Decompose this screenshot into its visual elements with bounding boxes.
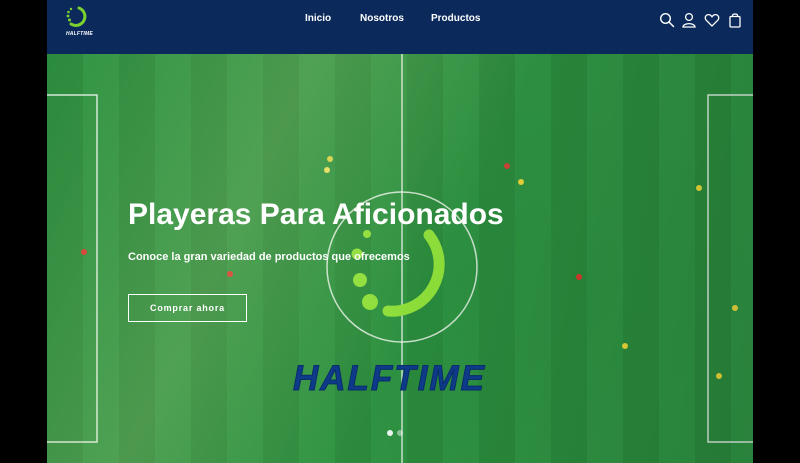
shop-now-button[interactable]: Comprar ahora xyxy=(128,294,247,322)
hero-banner: Playeras Para Aficionados Conoce la gran… xyxy=(47,54,753,463)
site-header: HALFTIME Inicio Nosotros Productos xyxy=(47,0,753,54)
slider-dot-1[interactable] xyxy=(387,430,393,436)
user-icon[interactable] xyxy=(681,12,697,28)
heart-icon[interactable] xyxy=(704,12,720,28)
logo-text: HALFTIME xyxy=(66,31,93,37)
main-nav: Inicio Nosotros Productos xyxy=(47,13,753,27)
header-icons xyxy=(659,12,743,28)
hero-subtitle: Conoce la gran variedad de productos que… xyxy=(128,251,410,263)
page-frame: HALFTIME Inicio Nosotros Productos Playe… xyxy=(47,0,753,463)
nav-item-inicio[interactable]: Inicio xyxy=(305,13,331,24)
bag-icon[interactable] xyxy=(727,12,743,28)
nav-item-nosotros[interactable]: Nosotros xyxy=(360,13,404,24)
brand-wordmark: HALFTIME xyxy=(293,359,486,399)
hero-title: Playeras Para Aficionados xyxy=(128,198,504,231)
slider-dot-2[interactable] xyxy=(397,430,403,436)
nav-item-productos[interactable]: Productos xyxy=(431,13,480,24)
search-icon[interactable] xyxy=(659,12,675,28)
slider-dots xyxy=(387,430,417,438)
